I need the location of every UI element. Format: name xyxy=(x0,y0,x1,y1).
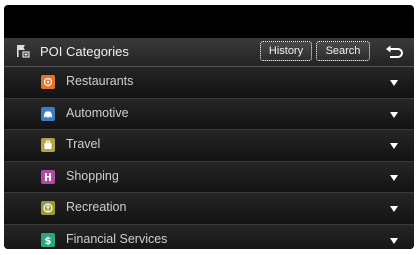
device-bezel: POI Categories History Search Restaurant… xyxy=(0,0,418,255)
list-item-travel[interactable]: Travel xyxy=(4,130,414,162)
chevron-down-icon[interactable] xyxy=(389,141,399,151)
header-bar: POI Categories History Search xyxy=(4,38,414,67)
list-item-label: Recreation xyxy=(66,200,127,214)
shopping-icon xyxy=(41,169,55,184)
chevron-down-icon[interactable] xyxy=(389,204,399,214)
svg-text:$: $ xyxy=(45,236,52,247)
poi-flag-icon xyxy=(16,44,30,58)
list-item-label: Automotive xyxy=(66,105,129,120)
list-item-label: Shopping xyxy=(66,168,119,183)
history-button[interactable]: History xyxy=(260,41,312,61)
list-item-restaurants[interactable]: Restaurants xyxy=(4,67,414,99)
list-item-shopping[interactable]: Shopping xyxy=(4,161,414,193)
chevron-down-icon[interactable] xyxy=(389,110,399,120)
chevron-down-icon[interactable] xyxy=(389,236,399,246)
back-button[interactable] xyxy=(382,42,406,62)
chevron-down-icon[interactable] xyxy=(389,173,399,183)
category-list: Restaurants Automotive Travel Shopping R… xyxy=(4,67,414,249)
back-arrow-icon xyxy=(386,45,403,58)
list-item-label: Financial Services xyxy=(66,231,168,246)
page-title: POI Categories xyxy=(40,44,129,59)
list-item-automotive[interactable]: Automotive xyxy=(4,98,414,130)
chevron-down-icon[interactable] xyxy=(389,78,399,88)
dollar-icon: $ xyxy=(41,232,55,247)
car-icon xyxy=(41,106,55,121)
recreation-icon xyxy=(41,201,55,215)
restaurant-icon xyxy=(41,75,55,89)
list-item-label: Travel xyxy=(66,137,101,151)
luggage-icon xyxy=(41,138,55,152)
list-item-recreation[interactable]: Recreation xyxy=(4,193,414,225)
list-item-financial-services[interactable]: $ Financial Services xyxy=(4,224,414,249)
search-button[interactable]: Search xyxy=(316,41,370,61)
list-item-label: Restaurants xyxy=(66,74,134,88)
nav-screen: POI Categories History Search Restaurant… xyxy=(4,5,414,249)
